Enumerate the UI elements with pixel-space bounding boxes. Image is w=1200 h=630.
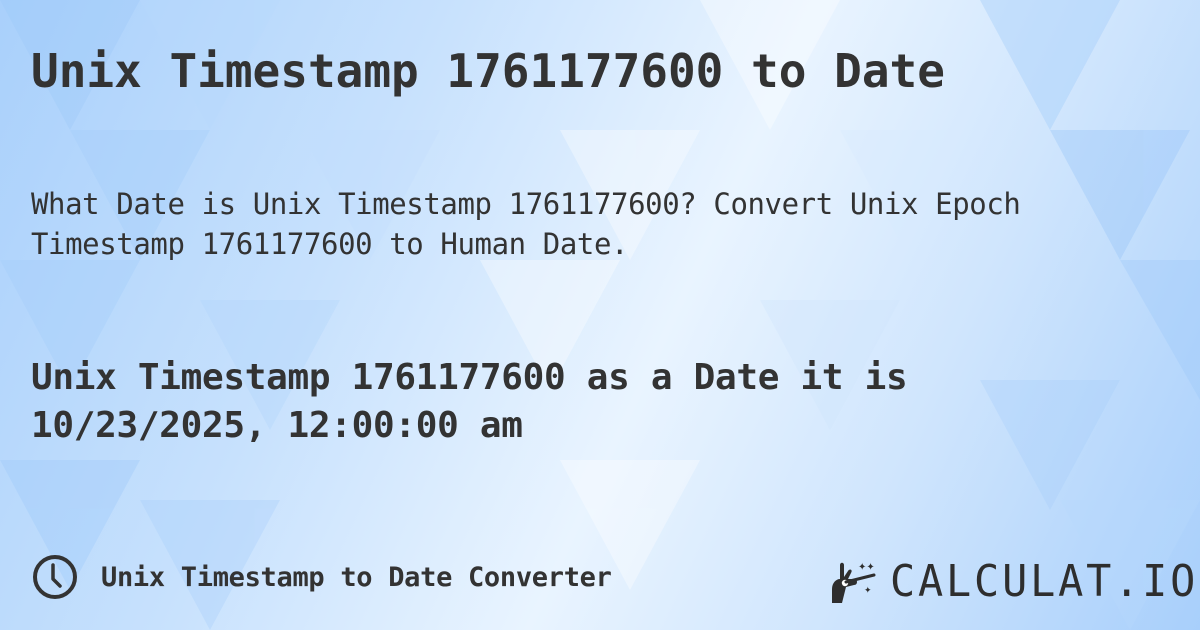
magic-wand-hand-icon: ✦✦ ✦ xyxy=(832,562,876,603)
brand-name: CALCULAT.IO xyxy=(890,556,1199,607)
conversion-result: Unix Timestamp 1761177600 as a Date it i… xyxy=(31,354,1171,450)
converter-link-label: Unix Timestamp to Date Converter xyxy=(101,561,612,593)
result-date-value: 10/23/2025, 12:00:00 am xyxy=(31,405,523,446)
result-label: Unix Timestamp 1761177600 as a Date it i… xyxy=(31,357,908,398)
clock-icon xyxy=(33,555,77,599)
calculat-io-logo[interactable]: ✦✦ ✦ CALCULAT.IO xyxy=(828,556,1200,607)
svg-text:✦: ✦ xyxy=(864,586,872,596)
converter-link[interactable]: Unix Timestamp to Date Converter xyxy=(31,553,612,601)
page-content: Unix Timestamp 1761177600 to Date What D… xyxy=(0,0,1200,630)
page-title: Unix Timestamp 1761177600 to Date xyxy=(31,44,945,98)
svg-text:✦✦: ✦✦ xyxy=(858,562,875,573)
page-description: What Date is Unix Timestamp 1761177600? … xyxy=(31,187,1021,261)
